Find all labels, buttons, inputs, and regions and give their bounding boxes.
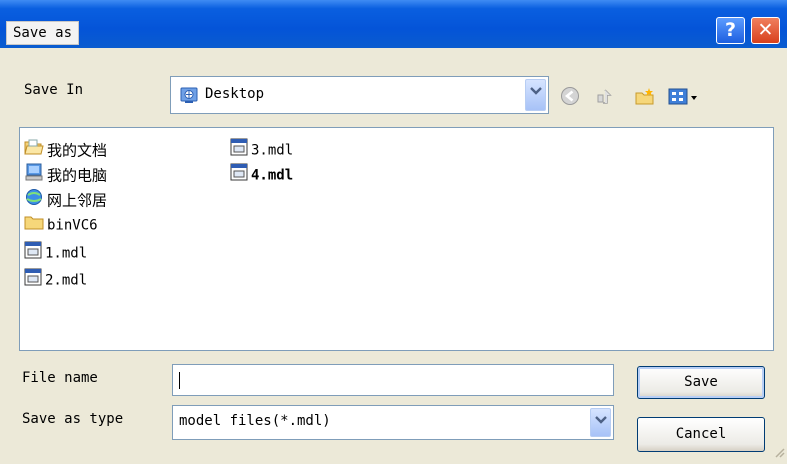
network-icon [24, 188, 44, 213]
new-folder-icon[interactable] [634, 86, 656, 112]
file-name-input[interactable] [172, 364, 614, 396]
close-button[interactable]: ✕ [751, 17, 780, 44]
list-item[interactable]: 2.mdl [24, 268, 87, 290]
help-button[interactable]: ? [716, 17, 745, 44]
cancel-button[interactable]: Cancel [637, 417, 765, 452]
resize-grip-icon[interactable] [773, 444, 785, 462]
list-item[interactable]: 3.mdl [230, 138, 293, 160]
mdl-file-icon [230, 163, 248, 188]
list-item[interactable]: 网上邻居 [24, 188, 107, 210]
list-item[interactable]: 4.mdl [230, 163, 293, 185]
list-item[interactable]: 1.mdl [24, 241, 87, 263]
chevron-down-icon [530, 87, 542, 95]
mdl-file-icon [24, 268, 42, 293]
window-title: Save as [6, 21, 80, 45]
list-item[interactable]: 我的文档 [24, 138, 107, 160]
save-in-dropdown[interactable]: Desktop [170, 76, 549, 114]
back-icon[interactable] [560, 86, 580, 110]
file-list[interactable]: 我的文档 我的电脑 网上邻居 binVC6 1.mdl 2.mdl 3.mdl … [19, 127, 774, 351]
save-as-type-label: Save as type [22, 411, 124, 427]
view-menu-icon[interactable] [668, 86, 702, 112]
save-in-label: Save In [24, 82, 84, 98]
mdl-file-icon [230, 138, 248, 163]
desktop-icon [179, 85, 199, 109]
folder-icon [24, 213, 44, 238]
file-name-label: File name [22, 370, 98, 386]
title-bar[interactable]: Save as ? ✕ [0, 0, 787, 48]
save-as-type-dropdown[interactable]: model files(*.mdl) [172, 405, 614, 440]
save-as-type-value: model files(*.mdl) [179, 413, 331, 429]
list-item[interactable]: binVC6 [24, 213, 98, 235]
folder-open-icon [24, 138, 44, 163]
up-folder-icon[interactable] [594, 86, 616, 112]
save-in-dropdown-arrow[interactable] [525, 79, 546, 111]
chevron-down-icon [595, 416, 607, 424]
save-button[interactable]: Save [637, 366, 765, 399]
list-item[interactable]: 我的电脑 [24, 163, 107, 185]
mdl-file-icon [24, 241, 42, 266]
save-in-value: Desktop [205, 86, 265, 102]
save-as-type-dropdown-arrow[interactable] [590, 408, 611, 437]
text-caret [179, 372, 180, 389]
computer-icon [24, 163, 44, 188]
